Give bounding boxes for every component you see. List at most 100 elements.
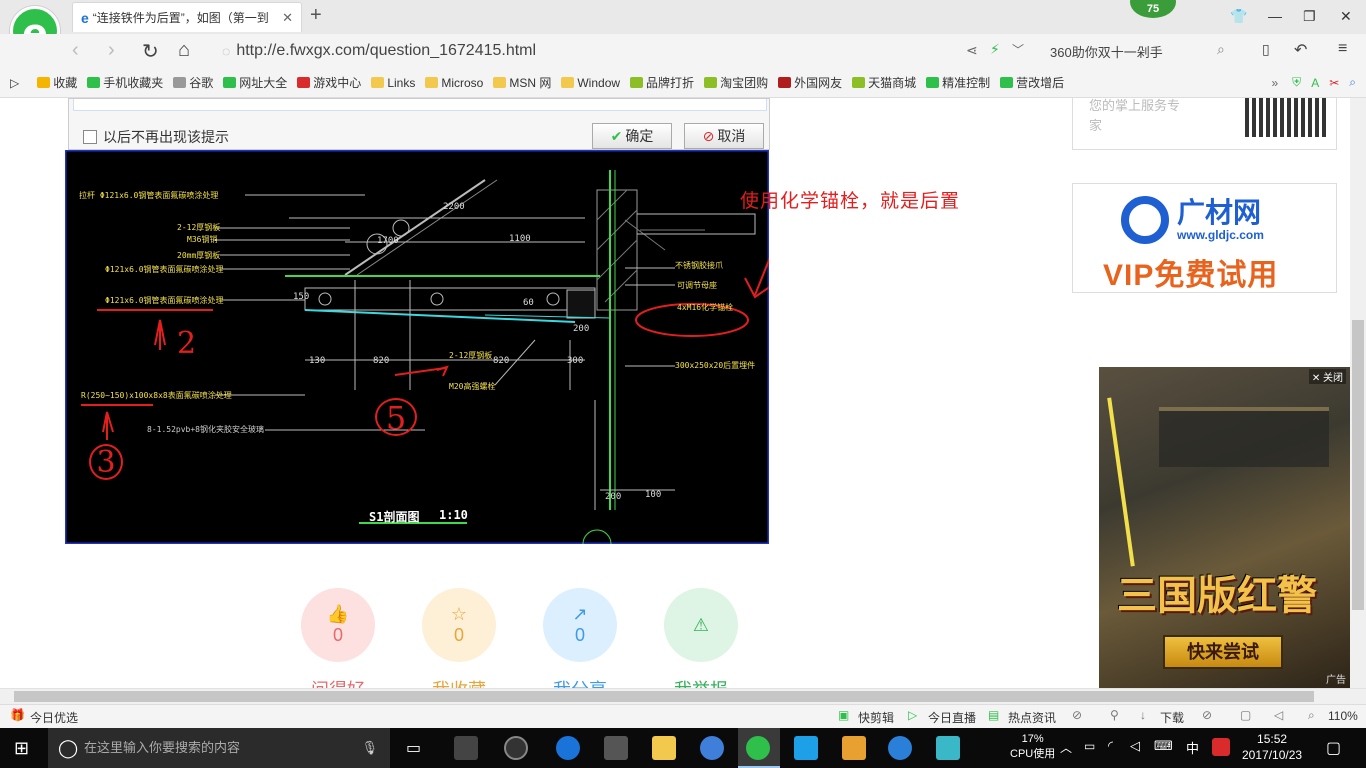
forward-button[interactable]: › bbox=[108, 39, 115, 62]
action-3[interactable]: ↗0 我分享 bbox=[542, 588, 618, 688]
bookmark-item[interactable]: Microso bbox=[425, 76, 483, 90]
undo-icon[interactable]: ↶ bbox=[1294, 40, 1307, 60]
url-field[interactable]: ◌ http://e.fwxgx.com/question_1672415.ht… bbox=[222, 40, 967, 62]
bookmark-item[interactable]: 谷歌 bbox=[173, 74, 213, 91]
task-view-icon[interactable]: ▭ bbox=[406, 738, 421, 758]
translate-icon[interactable]: A bbox=[1311, 76, 1319, 90]
sogou-icon[interactable] bbox=[1212, 738, 1230, 756]
back-button[interactable]: ‹ bbox=[72, 39, 79, 62]
action-circle[interactable]: 👍 0 bbox=[301, 588, 375, 662]
bookmark-item[interactable]: 收藏 bbox=[37, 74, 77, 91]
checkbox-label: 以后不再出现该提示 bbox=[103, 129, 229, 145]
clock[interactable]: 15:52 2017/10/23 bbox=[1242, 731, 1302, 763]
vertical-scroll-thumb[interactable] bbox=[1352, 320, 1364, 610]
zoom-level[interactable]: 110% bbox=[1328, 709, 1358, 723]
shirt-icon[interactable]: 👕 bbox=[1230, 8, 1247, 25]
windows-start-icon[interactable]: ⊞ bbox=[14, 738, 29, 759]
app-icon-4[interactable] bbox=[842, 736, 866, 760]
volume-icon[interactable]: ◁ bbox=[1130, 738, 1140, 754]
more-bookmarks-icon[interactable]: » bbox=[1271, 76, 1278, 90]
ime-indicator[interactable]: 中 bbox=[1186, 738, 1199, 757]
action-circle[interactable]: ⚠ bbox=[664, 588, 738, 662]
action-1[interactable]: 👍0 问得好 bbox=[300, 588, 376, 688]
pin-icon[interactable]: ⚲ bbox=[1110, 708, 1119, 722]
home-button[interactable]: ⌂ bbox=[178, 39, 190, 62]
app-icon-3[interactable] bbox=[794, 736, 818, 760]
action-circle[interactable]: ☆ 0 bbox=[422, 588, 496, 662]
sidebar-toggle-icon[interactable]: ▷ bbox=[10, 76, 19, 90]
app-icon-1[interactable] bbox=[454, 736, 478, 760]
bookmark-item[interactable]: 天猫商城 bbox=[852, 74, 916, 91]
bookmark-item[interactable]: 淘宝团购 bbox=[704, 74, 768, 91]
close-window-button[interactable]: ✕ bbox=[1340, 8, 1352, 25]
ie-taskbar-icon[interactable] bbox=[700, 736, 724, 760]
app-icon-5[interactable] bbox=[888, 736, 912, 760]
bookmark-item[interactable]: 营改增后 bbox=[1000, 74, 1064, 91]
edge-icon[interactable] bbox=[556, 736, 580, 760]
action-2[interactable]: ☆0 我收藏 bbox=[421, 588, 497, 688]
status-item-download[interactable]: 下载 bbox=[1160, 709, 1184, 726]
bookmark-item[interactable]: Links bbox=[371, 76, 415, 90]
clean-icon[interactable]: ⊘ bbox=[1202, 708, 1212, 722]
action-circle[interactable]: ↗ 0 bbox=[543, 588, 617, 662]
status-left-label[interactable]: 今日优选 bbox=[30, 709, 78, 726]
search-icon[interactable]: ⌕ bbox=[1217, 41, 1225, 58]
window-icon[interactable]: ▢ bbox=[1240, 708, 1251, 722]
bookmark-item[interactable]: 品牌打折 bbox=[630, 74, 694, 91]
tray-expand-icon[interactable]: ︿ bbox=[1060, 739, 1072, 756]
restore-button[interactable]: ❐ bbox=[1303, 8, 1316, 25]
keyboard-icon[interactable]: ⌨ bbox=[1154, 738, 1173, 754]
refresh-button[interactable]: ↻ bbox=[142, 39, 159, 64]
cpu-meter[interactable]: 17% CPU使用 bbox=[1010, 732, 1055, 762]
close-ad-button[interactable]: ✕ 关闭 bbox=[1308, 369, 1346, 384]
menu-icon[interactable]: ≡ bbox=[1338, 40, 1347, 58]
phone-icon[interactable]: ▯ bbox=[1262, 41, 1270, 58]
lightning-icon[interactable]: ⚡ bbox=[990, 41, 1000, 58]
cancel-button[interactable]: ⊘ 取消 bbox=[684, 123, 764, 149]
bookmark-item[interactable]: 手机收藏夹 bbox=[87, 74, 163, 91]
game-ad[interactable]: ✕ 关闭 三国版红警 快来尝试 广告 bbox=[1099, 367, 1350, 688]
bookmark-item[interactable]: 外国网友 bbox=[778, 74, 842, 91]
speed-icon[interactable]: ⊘ bbox=[1072, 708, 1082, 722]
vertical-scrollbar[interactable] bbox=[1350, 98, 1366, 688]
scissors-icon[interactable]: ✂ bbox=[1329, 76, 1339, 90]
browser-tab[interactable]: e “连接铁件为后置”，如图（第一到 ✕ bbox=[72, 2, 302, 32]
dont-show-checkbox[interactable] bbox=[83, 130, 97, 144]
wifi-icon[interactable]: ◜ bbox=[1108, 738, 1113, 754]
close-tab-icon[interactable]: ✕ bbox=[282, 10, 293, 26]
minimize-button[interactable]: — bbox=[1268, 8, 1282, 24]
zoom-icon[interactable]: ⌕ bbox=[1349, 75, 1356, 90]
shield-icon[interactable]: ⛨ bbox=[1292, 75, 1301, 90]
horizontal-scrollbar[interactable] bbox=[0, 688, 1366, 704]
search-input[interactable]: 360助你双十一剁手 bbox=[1040, 40, 1236, 62]
explorer-icon[interactable] bbox=[652, 736, 676, 760]
status-item-clip[interactable]: 快剪辑 bbox=[858, 709, 894, 726]
speaker-icon[interactable]: ◁ bbox=[1274, 708, 1283, 722]
ok-button[interactable]: ✔ 确定 bbox=[592, 123, 672, 149]
status-item-news[interactable]: 热点资讯 bbox=[1008, 709, 1056, 726]
app-icon-2[interactable] bbox=[504, 736, 528, 760]
cancel-icon: ⊘ bbox=[702, 127, 715, 144]
action-4[interactable]: ⚠ 我举报 bbox=[663, 588, 739, 688]
bookmark-item[interactable]: 游戏中心 bbox=[297, 74, 361, 91]
notification-badge[interactable]: 75 bbox=[1130, 0, 1176, 18]
battery-icon[interactable]: ▭ bbox=[1084, 739, 1095, 753]
gldjc-ad[interactable]: 广材网 www.gldjc.com VIP免费试用 bbox=[1072, 183, 1337, 293]
taskbar-search-input[interactable]: ◯ 在这里输入你要搜索的内容 🎙 bbox=[48, 728, 390, 768]
new-tab-button[interactable]: + bbox=[310, 4, 322, 27]
site-info-icon[interactable]: ◌ bbox=[222, 43, 230, 59]
horizontal-scroll-thumb[interactable] bbox=[14, 691, 1314, 702]
bookmark-item[interactable]: 网址大全 bbox=[223, 74, 287, 91]
status-item-live[interactable]: 今日直播 bbox=[928, 709, 976, 726]
microphone-icon[interactable]: 🎙 bbox=[361, 728, 378, 768]
notification-center-icon[interactable]: ▢ bbox=[1326, 738, 1341, 758]
bookmark-item[interactable]: 精准控制 bbox=[926, 74, 990, 91]
chevron-down-icon[interactable]: ﹀ bbox=[1012, 41, 1024, 58]
bookmark-item[interactable]: MSN 网 bbox=[493, 74, 551, 91]
bookmark-item[interactable]: Window bbox=[561, 76, 620, 90]
share-icon[interactable]: ⋖ bbox=[966, 42, 978, 59]
try-now-button[interactable]: 快来尝试 bbox=[1163, 635, 1283, 669]
store-icon[interactable] bbox=[604, 736, 628, 760]
qr-code[interactable] bbox=[1245, 98, 1327, 137]
app-icon-6[interactable] bbox=[936, 736, 960, 760]
